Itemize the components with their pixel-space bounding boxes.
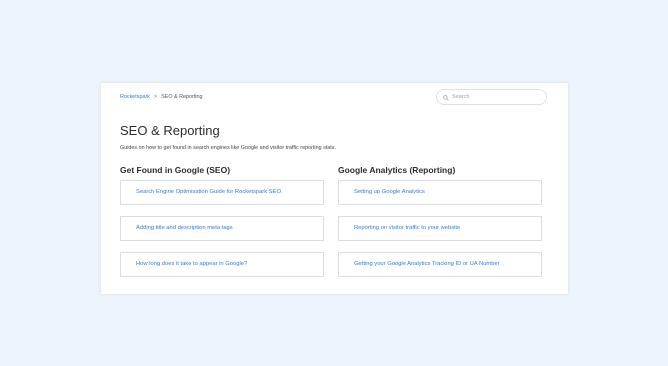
section-analytics: Google Analytics (Reporting) Setting up … xyxy=(338,165,542,288)
article-link[interactable]: Getting your Google Analytics Tracking I… xyxy=(338,252,542,277)
page-title: SEO & Reporting xyxy=(120,123,220,138)
section-title: Get Found in Google (SEO) xyxy=(120,165,231,175)
breadcrumb-separator: > xyxy=(153,94,158,100)
article-link[interactable]: Search Engine Optimisation Guide for Roc… xyxy=(120,180,324,205)
breadcrumb-current: SEO & Reporting xyxy=(161,94,203,100)
article-link[interactable]: Reporting on visitor traffic to your web… xyxy=(338,216,542,241)
article-link[interactable]: How long does it take to appear in Googl… xyxy=(120,252,324,277)
article-link[interactable]: Adding title and description meta tags xyxy=(120,216,324,241)
breadcrumb-home-link[interactable]: Rocketspark xyxy=(120,94,150,100)
search-input[interactable] xyxy=(452,94,542,100)
search-icon xyxy=(443,88,449,106)
section-title: Google Analytics (Reporting) xyxy=(338,165,456,175)
page-description: Guides on how to get found in search eng… xyxy=(120,145,336,151)
search-box[interactable] xyxy=(436,89,547,105)
section-seo: Get Found in Google (SEO) Search Engine … xyxy=(120,165,324,288)
content-card: Rocketspark > SEO & Reporting SEO & Repo… xyxy=(101,83,568,294)
article-link[interactable]: Setting up Google Analytics xyxy=(338,180,542,205)
breadcrumb: Rocketspark > SEO & Reporting xyxy=(120,94,202,100)
